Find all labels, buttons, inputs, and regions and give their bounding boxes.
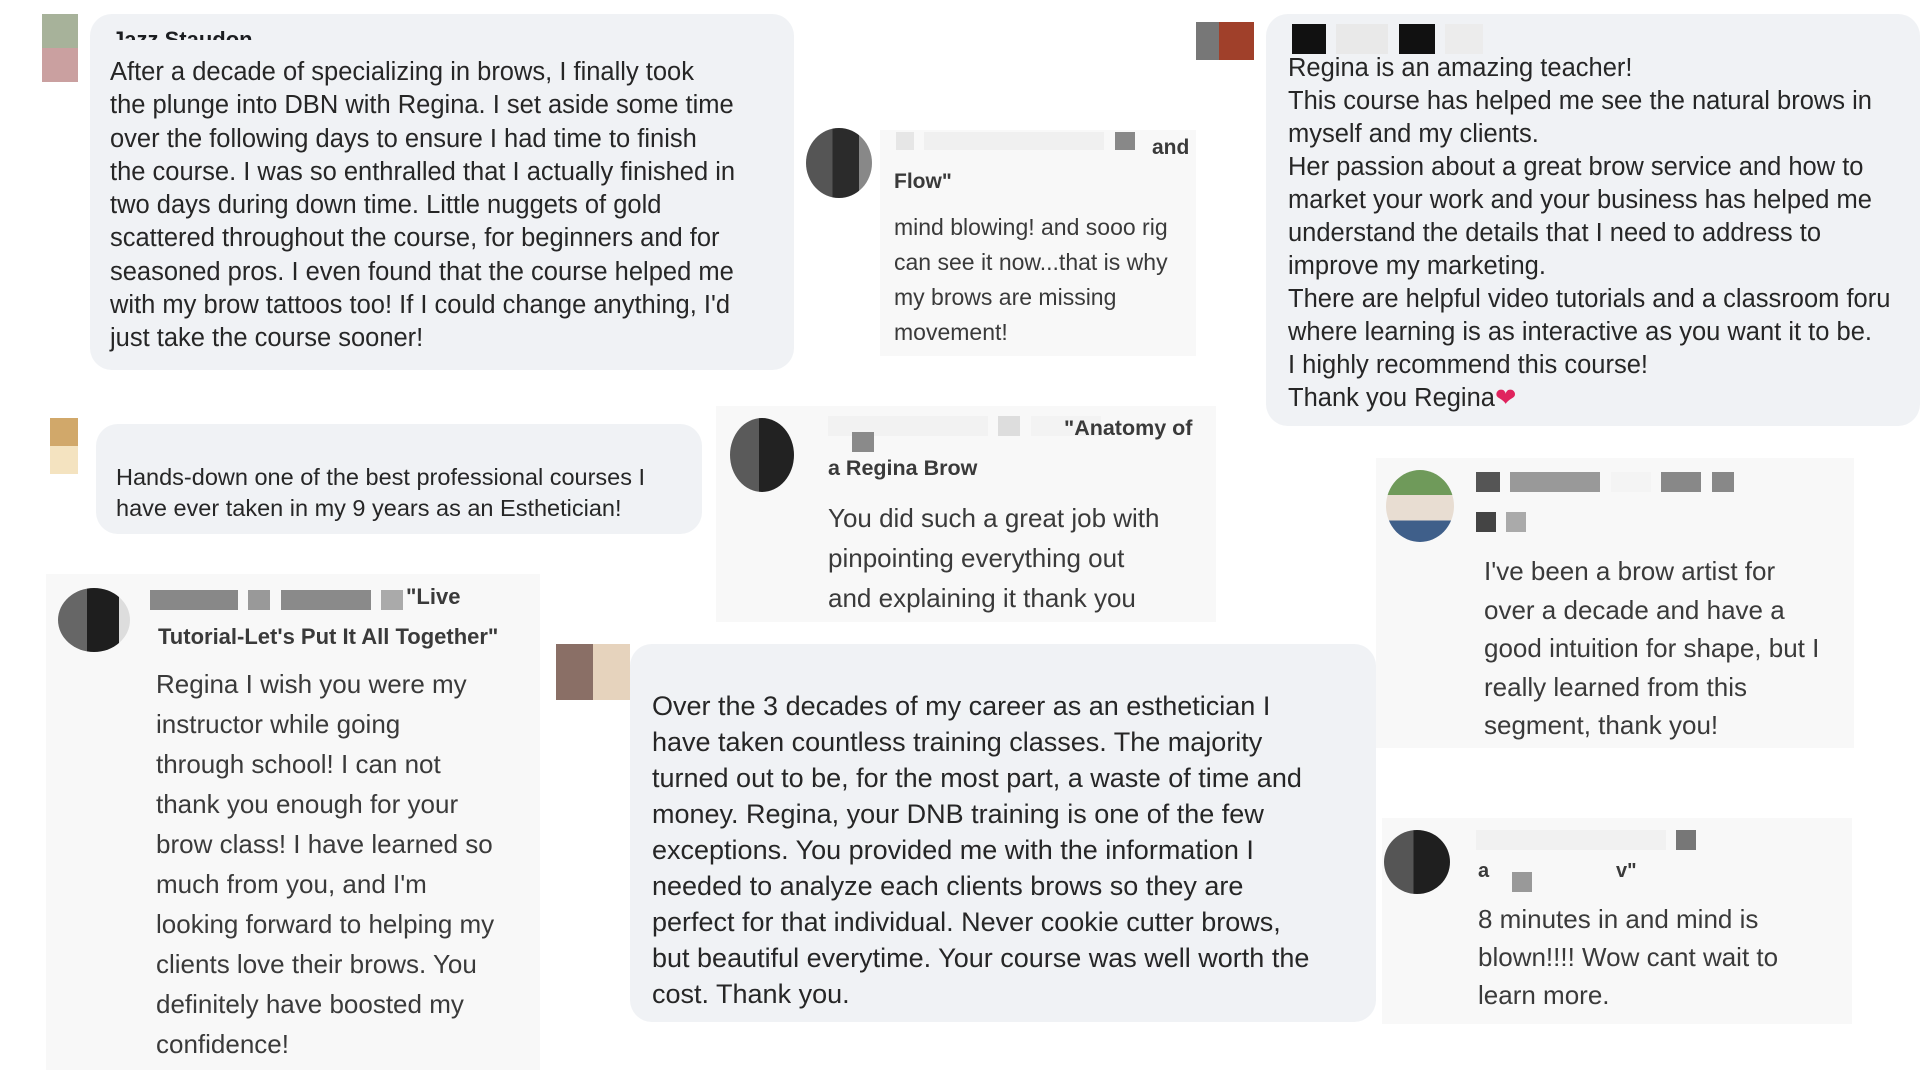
avatar-pixelated xyxy=(1384,830,1450,894)
comment-text: mind blowing! and sooo rig can see it no… xyxy=(894,214,1168,345)
avatar-pixelated xyxy=(806,128,872,198)
comment-body: Regina is an amazing teacher! This cours… xyxy=(1288,54,1891,412)
lesson-title: a xyxy=(1478,860,1490,882)
avatar-pixelated xyxy=(556,644,630,700)
comment-text: Regina is an amazing teacher! This cours… xyxy=(1288,52,1890,415)
lesson-title-end: v" xyxy=(1616,860,1637,882)
author-subtitle-blurred xyxy=(1476,512,1532,532)
heart-emoji: ❤ xyxy=(1494,384,1517,412)
author-name-blurred xyxy=(1476,830,1702,850)
author-name-blurred xyxy=(896,132,1141,150)
author-name-blurred xyxy=(1476,472,1740,492)
avatar-pixelated xyxy=(50,418,78,474)
blur-pixel xyxy=(852,432,874,452)
avatar-pixelated xyxy=(1386,470,1454,542)
lesson-title: and xyxy=(1152,136,1190,159)
author-name: Jazz Staudon xyxy=(112,27,253,40)
comment-text: Over the 3 decades of my career as an es… xyxy=(652,691,1310,1009)
avatar-pixelated xyxy=(42,14,78,82)
avatar-pixelated xyxy=(730,418,794,492)
lesson-title-line2: Flow" xyxy=(894,170,952,193)
comment-text: 8 minutes in and mind is blown!!!! Wow c… xyxy=(1478,904,1779,1010)
lesson-title-line2: Tutorial-Let's Put It All Together" xyxy=(158,624,499,649)
avatar-pixelated xyxy=(1196,22,1254,60)
blur-pixel xyxy=(1512,872,1532,892)
comment-text: I've been a brow artist for over a decad… xyxy=(1484,556,1820,740)
comment-text: Hands-down one of the best professional … xyxy=(116,464,646,521)
comment-text: After a decade of specializing in brows,… xyxy=(110,58,736,353)
lesson-title: "Anatomy of xyxy=(1064,416,1193,440)
comment-text: Regina I wish you were my instructor whi… xyxy=(156,669,495,1059)
lesson-title: "Live xyxy=(406,584,461,609)
avatar-pixelated xyxy=(58,588,130,652)
comment-text: You did such a great job with pinpointin… xyxy=(828,503,1160,613)
author-name-blurred xyxy=(150,590,409,610)
lesson-title-line2: a Regina Brow xyxy=(828,456,978,480)
author-name-blurred xyxy=(1292,24,1489,54)
